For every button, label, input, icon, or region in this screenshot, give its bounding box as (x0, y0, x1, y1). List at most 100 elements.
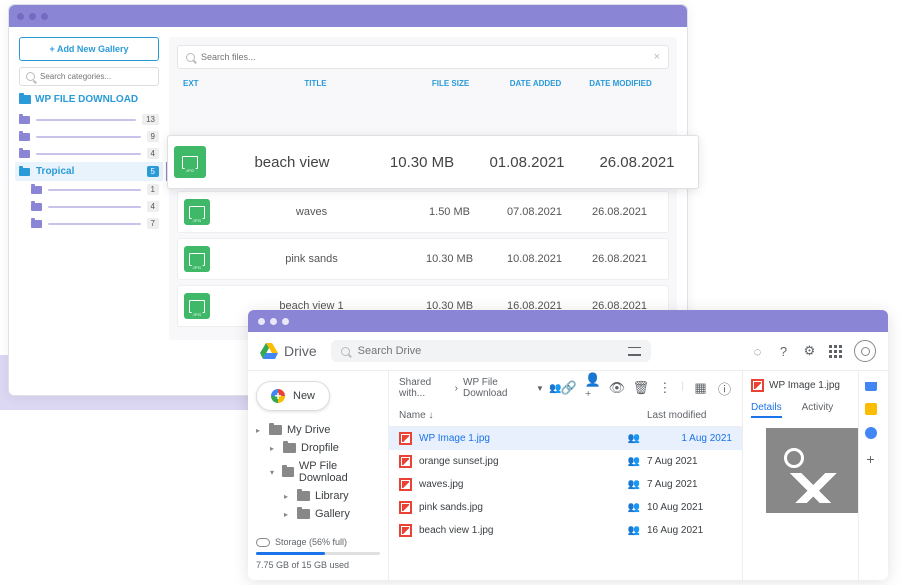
new-button[interactable]: New (256, 381, 330, 411)
cloud-icon (256, 538, 270, 547)
window-dot[interactable] (41, 13, 48, 20)
clear-icon[interactable]: × (654, 51, 660, 63)
folder-icon (31, 220, 42, 228)
help-icon[interactable]: ? (776, 344, 791, 359)
search-icon (341, 347, 350, 356)
sort-name[interactable]: Name (399, 410, 426, 421)
sidebar: + Add New Gallery WP FILE DOWNLOAD 13 9 … (19, 37, 159, 340)
category-item[interactable]: 9 (19, 128, 159, 145)
image-icon (751, 379, 764, 392)
jpg-icon (184, 199, 210, 225)
add-icon[interactable]: + (866, 451, 874, 467)
search-categories-input[interactable] (40, 72, 152, 81)
add-person-icon[interactable]: 👤⁺ (585, 381, 600, 396)
detail-panel: WP Image 1.jpg × Details Activity + (743, 371, 888, 580)
google-drive-window: Drive ◌ ? ⚙ New ▸My Drive ▸Dropfile ▾WP … (248, 310, 888, 580)
tasks-icon[interactable] (865, 427, 877, 439)
search-files[interactable]: × (177, 45, 669, 69)
tree-library[interactable]: ▸Library (284, 487, 380, 505)
ready-icon[interactable]: ◌ (750, 344, 765, 359)
tune-icon[interactable] (628, 346, 641, 357)
table-row[interactable]: waves1.50 MB07.08.202126.08.2021 (177, 191, 669, 233)
col-modified[interactable]: DATE MODIFIED (578, 79, 663, 88)
folder-icon (297, 491, 310, 501)
drive-logo[interactable]: Drive (260, 343, 317, 359)
more-icon[interactable]: ⋮ (657, 381, 672, 396)
col-added[interactable]: DATE ADDED (493, 79, 578, 88)
tree-my-drive[interactable]: ▸My Drive (256, 421, 380, 439)
window-titlebar (9, 5, 687, 27)
drive-row-selected[interactable]: WP Image 1.jpg👥1 Aug 2021 (389, 427, 742, 450)
image-icon (399, 478, 412, 491)
category-item-active[interactable]: Tropical5 (15, 162, 163, 181)
trash-icon[interactable]: 🗑 (633, 381, 648, 396)
drive-main: Shared with...›WP File Download▼👥 🔗 👤⁺ 👁… (388, 371, 743, 580)
jpg-icon (184, 246, 210, 272)
col-size[interactable]: FILE SIZE (408, 79, 493, 88)
preview-icon[interactable]: 👁 (609, 381, 624, 396)
drive-search[interactable] (331, 340, 651, 362)
sidebar-title: WP FILE DOWNLOAD (19, 94, 159, 105)
window-titlebar (248, 310, 888, 332)
drive-row[interactable]: pink sands.jpg👥10 Aug 2021 (389, 496, 742, 519)
people-icon: 👥 (628, 502, 640, 513)
search-files-input[interactable] (201, 52, 648, 62)
breadcrumb[interactable]: Shared with...›WP File Download▼👥 (399, 377, 561, 399)
folder-icon (19, 168, 30, 176)
tab-activity[interactable]: Activity (802, 402, 834, 418)
col-title[interactable]: TITLE (223, 79, 408, 88)
folder-icon (269, 425, 282, 435)
detail-title: WP Image 1.jpg (769, 380, 840, 391)
keep-icon[interactable] (865, 403, 877, 415)
category-item[interactable]: 4 (19, 145, 159, 162)
category-item[interactable]: 7 (31, 215, 159, 232)
apps-icon[interactable] (828, 344, 843, 359)
table-row-highlighted[interactable]: beach view 10.30 MB 01.08.2021 26.08.202… (167, 135, 699, 189)
drive-row[interactable]: orange sunset.jpg👥7 Aug 2021 (389, 450, 742, 473)
folder-icon (282, 467, 294, 477)
grid-view-icon[interactable]: ▦ (693, 381, 708, 396)
search-categories[interactable] (19, 67, 159, 86)
image-icon (399, 524, 412, 537)
folder-icon (297, 509, 310, 519)
people-icon: 👥 (628, 479, 640, 490)
table-row[interactable]: pink sands10.30 MB10.08.202126.08.2021 (177, 238, 669, 280)
avatar[interactable] (854, 340, 876, 362)
search-icon (26, 72, 35, 81)
sort-modified[interactable]: Last modified (647, 410, 732, 421)
folder-icon (19, 95, 31, 104)
col-ext[interactable]: EXT (183, 79, 223, 88)
folder-icon (19, 150, 30, 158)
window-dot[interactable] (258, 318, 265, 325)
link-icon[interactable]: 🔗 (561, 381, 576, 396)
image-icon (399, 455, 412, 468)
window-dot[interactable] (270, 318, 277, 325)
window-dot[interactable] (282, 318, 289, 325)
image-icon (399, 432, 412, 445)
calendar-icon[interactable] (865, 379, 877, 391)
folder-icon (19, 116, 30, 124)
window-dot[interactable] (29, 13, 36, 20)
info-icon[interactable]: ⓘ (717, 381, 732, 396)
folder-icon (19, 133, 30, 141)
file-list-panel: × EXT TITLE FILE SIZE DATE ADDED DATE MO… (169, 37, 677, 340)
category-item[interactable]: 4 (31, 198, 159, 215)
gear-icon[interactable]: ⚙ (802, 344, 817, 359)
storage[interactable]: Storage (56% full) 7.75 GB of 15 GB used (256, 537, 380, 570)
category-item[interactable]: 1 (31, 181, 159, 198)
folder-icon (31, 203, 42, 211)
folder-icon (31, 186, 42, 194)
drive-row[interactable]: waves.jpg👥7 Aug 2021 (389, 473, 742, 496)
side-panel: + (858, 371, 882, 580)
image-preview (766, 428, 866, 513)
tab-details[interactable]: Details (751, 402, 782, 418)
drive-search-input[interactable] (358, 345, 620, 357)
add-gallery-button[interactable]: + Add New Gallery (19, 37, 159, 61)
window-dot[interactable] (17, 13, 24, 20)
tree-wpfd[interactable]: ▾WP File Download (270, 457, 380, 487)
tree-gallery[interactable]: ▸Gallery (284, 505, 380, 523)
people-icon: 👥 (628, 433, 640, 444)
tree-dropfile[interactable]: ▸Dropfile (270, 439, 380, 457)
drive-row[interactable]: beach view 1.jpg👥16 Aug 2021 (389, 519, 742, 542)
category-item[interactable]: 13 (19, 111, 159, 128)
